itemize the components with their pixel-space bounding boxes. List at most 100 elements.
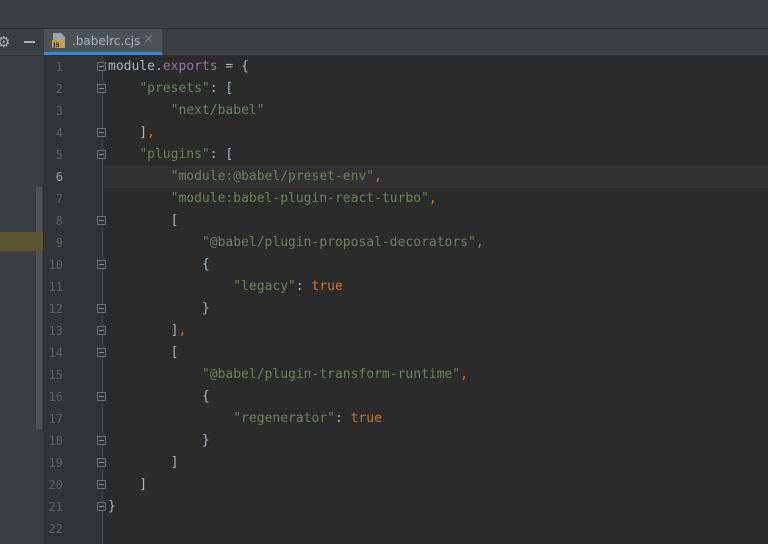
- code-line[interactable]: }: [108, 430, 210, 452]
- fold-marker-icon[interactable]: [97, 436, 106, 445]
- minimize-icon[interactable]: [24, 41, 35, 43]
- js-file-icon: JS: [52, 33, 65, 49]
- fold-marker-icon[interactable]: [97, 326, 106, 335]
- code-token: "module:@babel/preset-env": [170, 169, 375, 184]
- fold-marker-icon[interactable]: [97, 260, 106, 269]
- code-line[interactable]: ]: [108, 452, 179, 474]
- code-line[interactable]: "regenerator": true: [108, 408, 382, 430]
- line-number: 21: [48, 500, 63, 514]
- code-token: ,: [147, 125, 155, 140]
- fold-marker-icon[interactable]: [97, 458, 106, 467]
- editor-tab-bar: ⚙ JS .babelrc.cjs ×: [0, 29, 768, 56]
- code-line[interactable]: ],: [108, 320, 187, 342]
- code-line[interactable]: module.exports = {: [108, 56, 249, 78]
- code-token: "next/babel": [170, 103, 265, 118]
- panel-highlight: [0, 232, 43, 251]
- line-number: 15: [48, 368, 63, 382]
- fold-marker-icon[interactable]: [97, 392, 106, 401]
- code-token: }: [108, 499, 116, 514]
- code-token: {: [108, 389, 210, 404]
- code-line[interactable]: }: [108, 298, 210, 320]
- tab-babelrc[interactable]: JS .babelrc.cjs ×: [44, 29, 162, 55]
- code-token: ,: [460, 367, 469, 382]
- code-token: [: [108, 213, 179, 228]
- line-number: 4: [55, 126, 63, 140]
- code-token: "legacy": [233, 279, 296, 294]
- code-token: "@babel/plugin-transform-runtime": [201, 367, 461, 382]
- code-line[interactable]: {: [108, 254, 210, 276]
- code-token: module.: [108, 59, 163, 74]
- fold-marker-icon[interactable]: [97, 128, 106, 137]
- code-line[interactable]: "presets": [: [108, 78, 233, 100]
- code-line[interactable]: "module:@babel/preset-env",: [108, 166, 382, 188]
- code-token: }: [108, 433, 210, 448]
- code-token: "presets": [139, 81, 210, 96]
- code-line[interactable]: "next/babel": [108, 100, 265, 122]
- code-line[interactable]: {: [108, 386, 210, 408]
- line-number: 1: [55, 60, 63, 74]
- code-token: ]: [108, 477, 148, 492]
- title-bar: [0, 0, 768, 29]
- code-token: ,: [475, 235, 484, 250]
- line-number: 3: [55, 104, 63, 118]
- code-token: ,: [178, 323, 187, 338]
- fold-marker-icon[interactable]: [97, 502, 106, 511]
- line-number: 18: [48, 434, 63, 448]
- code-token: ]: [108, 323, 179, 338]
- code-token: exports: [162, 59, 218, 74]
- code-line[interactable]: [: [108, 342, 179, 364]
- fold-marker-icon[interactable]: [97, 480, 106, 489]
- line-number: 20: [48, 478, 63, 492]
- line-number: 11: [48, 280, 63, 294]
- code-line[interactable]: }: [108, 496, 116, 518]
- code-line[interactable]: "module:babel-plugin-react-turbo",: [108, 188, 437, 210]
- line-number: 17: [48, 412, 63, 426]
- code-token: "@babel/plugin-proposal-decorators": [201, 235, 476, 250]
- code-token: [: [108, 345, 179, 360]
- gear-icon[interactable]: ⚙: [0, 33, 10, 51]
- code-token: : [: [209, 81, 234, 96]
- code-token: = {: [217, 59, 249, 74]
- line-number: 22: [48, 522, 63, 536]
- fold-marker-icon[interactable]: [97, 150, 106, 159]
- svg-text:JS: JS: [52, 42, 60, 49]
- code-token: "module:babel-plugin-react-turbo": [170, 191, 429, 206]
- fold-marker-icon[interactable]: [97, 304, 106, 313]
- code-line[interactable]: "@babel/plugin-proposal-decorators",: [108, 232, 484, 254]
- code-token: ]: [108, 125, 148, 140]
- line-number: 10: [48, 258, 63, 272]
- line-number: 13: [48, 324, 63, 338]
- close-icon[interactable]: ×: [143, 33, 154, 47]
- fold-marker-icon[interactable]: [97, 348, 106, 357]
- code-token: :: [334, 411, 351, 426]
- code-token: : [: [209, 147, 234, 162]
- code-line[interactable]: "legacy": true: [108, 276, 343, 298]
- line-number: 2: [55, 82, 63, 96]
- code-line[interactable]: ],: [108, 122, 155, 144]
- panel-scrollbar[interactable]: [36, 187, 42, 429]
- tab-label: .babelrc.cjs: [72, 34, 141, 48]
- code-token: :: [295, 279, 312, 294]
- code-token: true: [350, 411, 382, 426]
- code-line[interactable]: "@babel/plugin-transform-runtime",: [108, 364, 468, 386]
- code-token: {: [108, 257, 210, 272]
- fold-marker-icon[interactable]: [97, 84, 106, 93]
- code-line[interactable]: "plugins": [: [108, 144, 233, 166]
- fold-marker-icon[interactable]: [97, 216, 106, 225]
- code-line[interactable]: ]: [108, 474, 147, 496]
- fold-marker-icon[interactable]: [97, 62, 106, 71]
- code-token: "plugins": [139, 147, 210, 162]
- code-line[interactable]: [: [108, 210, 179, 232]
- code-token: "regenerator": [233, 411, 335, 426]
- code-token: ]: [108, 455, 179, 470]
- project-panel-edge: [0, 56, 44, 544]
- code-token: ,: [374, 169, 382, 184]
- code-token: true: [311, 279, 343, 294]
- line-number: 8: [55, 214, 63, 228]
